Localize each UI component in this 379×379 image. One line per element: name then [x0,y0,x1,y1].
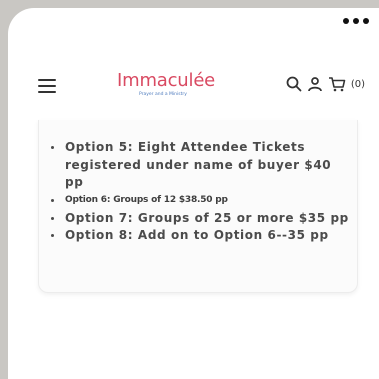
ticket-option-item: Option 6: Groups of 12 $38.50 pp [51,193,351,208]
logo-tagline: Prayer and a Ministry [139,92,187,97]
ticket-options-list: Option 5: Eight Attendee Tickets registe… [39,120,357,245]
ticket-option-item: Option 8: Add on to Option 6--35 pp [51,227,351,245]
search-icon[interactable] [286,76,302,92]
menu-icon[interactable] [38,79,56,93]
account-icon[interactable] [307,76,323,92]
ticket-option-item: Option 5: Eight Attendee Tickets registe… [51,139,351,192]
ticket-options-card: Option 5: Eight Attendee Tickets registe… [38,120,358,293]
cart-icon[interactable] [328,76,346,92]
logo-text: Immaculée [117,70,216,91]
ticket-option-item: Option 7: Groups of 25 or more $35 pp [51,210,351,228]
more-options-icon[interactable] [343,18,369,24]
phone-screen: Immaculée Prayer and a Ministry (0) Opti… [8,8,379,379]
cart-count: (0) [350,78,365,90]
header-icons: (0) [286,76,365,92]
site-logo[interactable]: Immaculée Prayer and a Ministry [117,70,217,102]
site-header: Immaculée Prayer and a Ministry (0) [8,60,379,110]
